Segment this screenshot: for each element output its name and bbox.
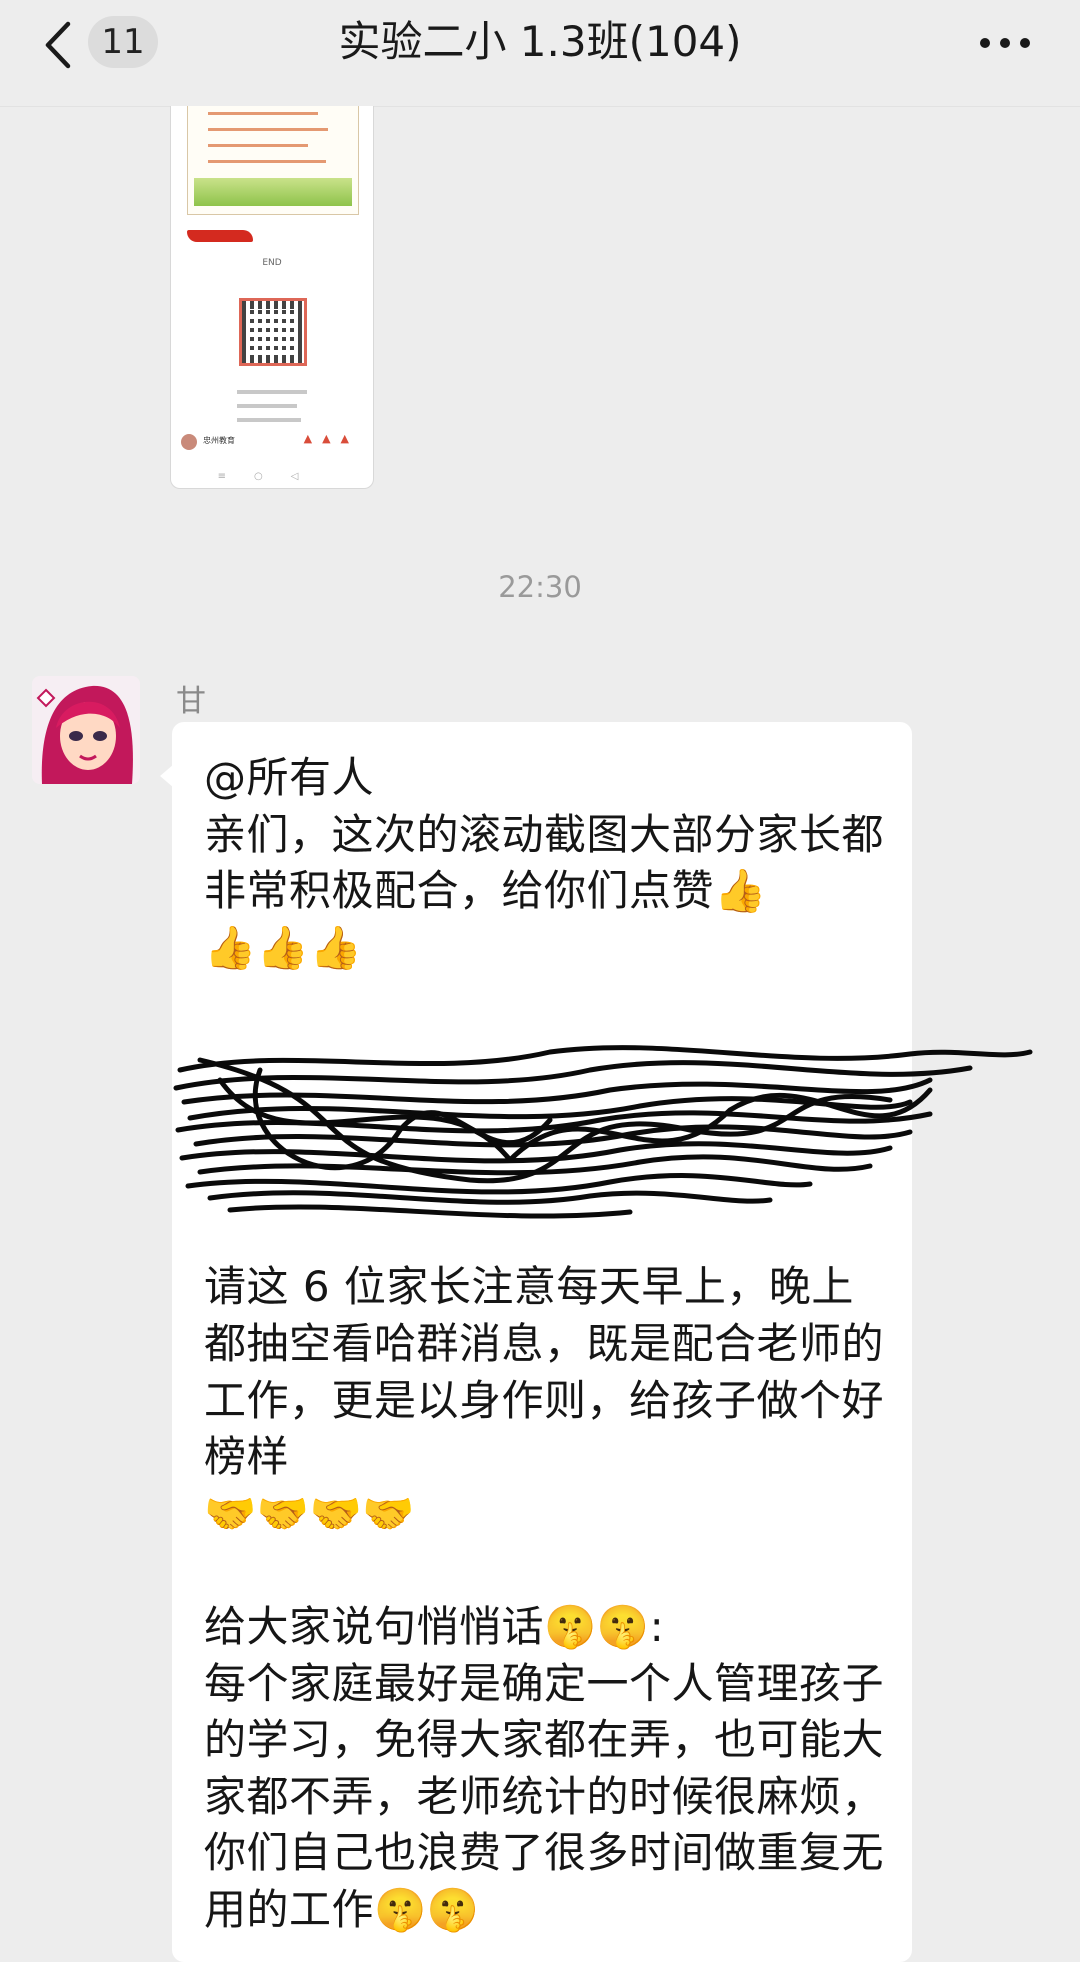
more-options-icon[interactable] [978,28,1032,58]
credit-line [237,418,301,422]
article-footer: 忠州教育 ▲▲▲ [181,432,363,452]
account-name: 忠州教育 [203,436,235,445]
credit-line [237,404,297,408]
phone-nav-icons: ≡○◁ [217,471,327,482]
chat-header: 11 实验二小 1.3班(104) [0,0,1080,107]
ribbon-graphic [187,230,253,242]
back-arrow-icon[interactable] [40,20,80,70]
redaction-scribble [173,1045,1033,1219]
sender-avatar[interactable] [32,676,140,784]
credit-line [237,390,307,394]
message-text[interactable]: @所有人 亲们，这次的滚动截图大部分家长都非常积极配合，给你们点赞👍 👍👍👍 请… [204,750,894,1938]
message-timestamp: 22:30 [498,570,582,604]
chat-title: 实验二小 1.3班(104) [338,17,742,66]
article-end-label: END [262,258,282,268]
shared-article-card[interactable]: END 忠州教育 ▲▲▲ ≡○◁ [170,106,374,489]
qr-code-image [239,298,307,366]
unread-count-badge[interactable]: 11 [88,16,158,68]
article-poster-image [187,106,359,215]
like-share-icons: ▲▲▲ [303,432,359,445]
sender-name: 甘 [176,684,206,719]
account-avatar [181,434,197,450]
